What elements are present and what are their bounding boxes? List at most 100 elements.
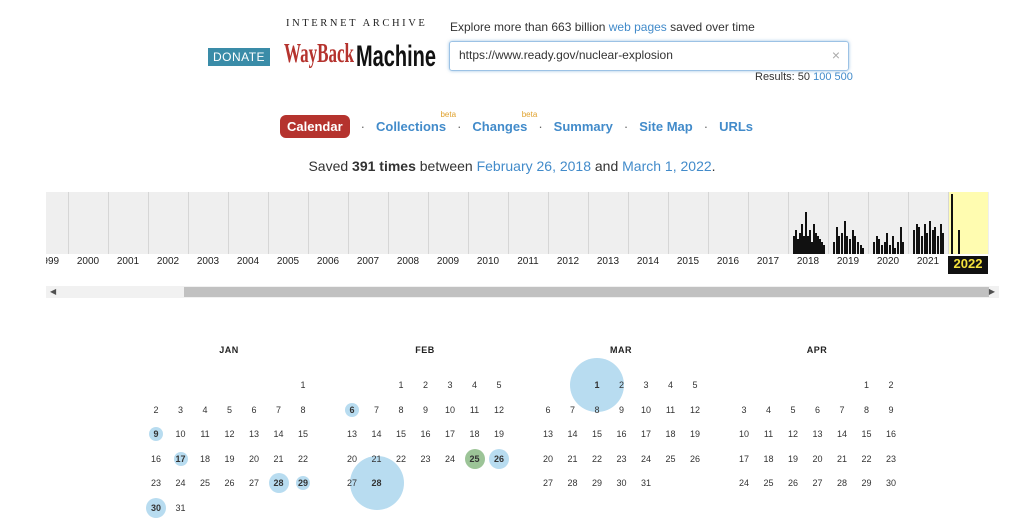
year-column-2002[interactable]: [148, 192, 188, 254]
year-label-2008[interactable]: 2008: [388, 256, 428, 267]
clear-icon[interactable]: ×: [832, 47, 840, 63]
year-label-2001[interactable]: 2001: [108, 256, 148, 267]
day-number: 17: [444, 429, 455, 439]
year-column-2011[interactable]: [508, 192, 548, 254]
tab-collections[interactable]: Collections beta: [376, 110, 456, 134]
capture-day[interactable]: 6: [340, 398, 364, 422]
capture-day[interactable]: 9: [144, 422, 168, 446]
capture-bar: [902, 242, 905, 254]
day-number: 9: [618, 404, 624, 415]
year-label-2015[interactable]: 2015: [668, 256, 708, 267]
day-number: 14: [273, 429, 284, 439]
url-input[interactable]: [450, 42, 819, 68]
year-label-2006[interactable]: 2006: [308, 256, 348, 267]
year-column-2004[interactable]: [228, 192, 268, 254]
year-label-2017[interactable]: 2017: [748, 256, 788, 267]
day-number: 11: [763, 429, 774, 439]
year-column-2012[interactable]: [548, 192, 588, 254]
year-column-2022[interactable]: [948, 192, 988, 254]
day-number: 16: [150, 453, 161, 464]
wayback-machine-logo[interactable]: WayBack Machine: [284, 32, 438, 72]
year-column-2006[interactable]: [308, 192, 348, 254]
year-label-1999[interactable]: 1999: [46, 256, 68, 267]
year-label-2021[interactable]: 2021: [908, 256, 948, 267]
year-label-2010[interactable]: 2010: [468, 256, 508, 267]
year-label-2007[interactable]: 2007: [348, 256, 388, 267]
year-column-2003[interactable]: [188, 192, 228, 254]
year-column-1999[interactable]: [46, 192, 68, 254]
nav-separator: ·: [703, 118, 709, 134]
last-capture-link[interactable]: March 1, 2022: [622, 158, 712, 174]
day-number: 1: [300, 380, 306, 390]
day-number: 16: [885, 429, 896, 439]
capture-day[interactable]: 1: [570, 358, 624, 412]
year-column-2015[interactable]: [668, 192, 708, 254]
day-number: 8: [594, 404, 600, 415]
calendar-day: 12: [487, 398, 511, 422]
year-label-2018[interactable]: 2018: [788, 256, 828, 267]
year-column-2007[interactable]: [348, 192, 388, 254]
capture-day[interactable]: 29: [291, 471, 315, 495]
donate-button[interactable]: DONATE: [208, 48, 270, 66]
year-label-2004[interactable]: 2004: [228, 256, 268, 267]
calendar-day: 8: [291, 398, 315, 422]
timeline-scrollbar[interactable]: ◀ ▶: [46, 286, 999, 298]
year-label-2016[interactable]: 2016: [708, 256, 748, 267]
year-column-2008[interactable]: [388, 192, 428, 254]
day-number: 20: [346, 453, 357, 464]
year-column-2021[interactable]: [908, 192, 948, 254]
year-column-2009[interactable]: [428, 192, 468, 254]
logo-internet-archive[interactable]: INTERNET ARCHIVE: [286, 18, 427, 29]
year-label-2020[interactable]: 2020: [868, 256, 908, 267]
tab-summary[interactable]: Summary: [554, 119, 613, 134]
tab-urls[interactable]: URLs: [719, 119, 753, 134]
calendar-day: 25: [659, 447, 683, 471]
tab-calendar[interactable]: Calendar: [280, 114, 350, 138]
capture-day[interactable]: 25: [463, 447, 487, 471]
year-column-2014[interactable]: [628, 192, 668, 254]
scrollbar-thumb[interactable]: [184, 287, 989, 297]
year-label-2012[interactable]: 2012: [548, 256, 588, 267]
first-capture-link[interactable]: February 26, 2018: [477, 158, 591, 174]
year-label-2003[interactable]: 2003: [188, 256, 228, 267]
results-100-link[interactable]: 100: [813, 71, 831, 83]
year-label-2002[interactable]: 2002: [148, 256, 188, 267]
year-label-2005[interactable]: 2005: [268, 256, 308, 267]
web-pages-link[interactable]: web pages: [609, 20, 667, 34]
capture-day[interactable]: 28: [267, 471, 291, 495]
year-label-2013[interactable]: 2013: [588, 256, 628, 267]
day-number: 25: [763, 478, 774, 488]
scroll-right-icon[interactable]: ▶: [989, 286, 995, 298]
year-column-2001[interactable]: [108, 192, 148, 254]
capture-day[interactable]: 30: [144, 496, 168, 520]
year-label-2022[interactable]: 2022: [948, 256, 988, 274]
year-column-2016[interactable]: [708, 192, 748, 254]
year-column-2017[interactable]: [748, 192, 788, 254]
capture-day[interactable]: 28: [349, 456, 404, 510]
capture-day[interactable]: 17: [169, 447, 193, 471]
capture-timeline[interactable]: [46, 192, 989, 254]
year-label-2000[interactable]: 2000: [68, 256, 108, 267]
tab-site-map[interactable]: Site Map: [639, 119, 692, 134]
year-column-2019[interactable]: [828, 192, 868, 254]
day-number: 15: [395, 429, 406, 439]
year-label-2011[interactable]: 2011: [508, 256, 548, 267]
day-number: 28: [567, 478, 578, 488]
year-column-2013[interactable]: [588, 192, 628, 254]
year-column-2010[interactable]: [468, 192, 508, 254]
scroll-left-icon[interactable]: ◀: [50, 286, 56, 298]
day-number: 30: [150, 502, 161, 513]
results-500-link[interactable]: 500: [835, 71, 853, 83]
year-column-2000[interactable]: [68, 192, 108, 254]
year-label-2014[interactable]: 2014: [628, 256, 668, 267]
year-column-2018[interactable]: [788, 192, 828, 254]
year-column-2020[interactable]: [868, 192, 908, 254]
year-column-2005[interactable]: [268, 192, 308, 254]
calendar-day: 12: [218, 422, 242, 446]
day-number: 12: [689, 404, 700, 415]
capture-day[interactable]: 26: [487, 447, 511, 471]
year-label-2019[interactable]: 2019: [828, 256, 868, 267]
year-label-2009[interactable]: 2009: [428, 256, 468, 267]
tab-changes[interactable]: Changes beta: [472, 110, 537, 134]
calendar-day: 30: [879, 471, 903, 495]
